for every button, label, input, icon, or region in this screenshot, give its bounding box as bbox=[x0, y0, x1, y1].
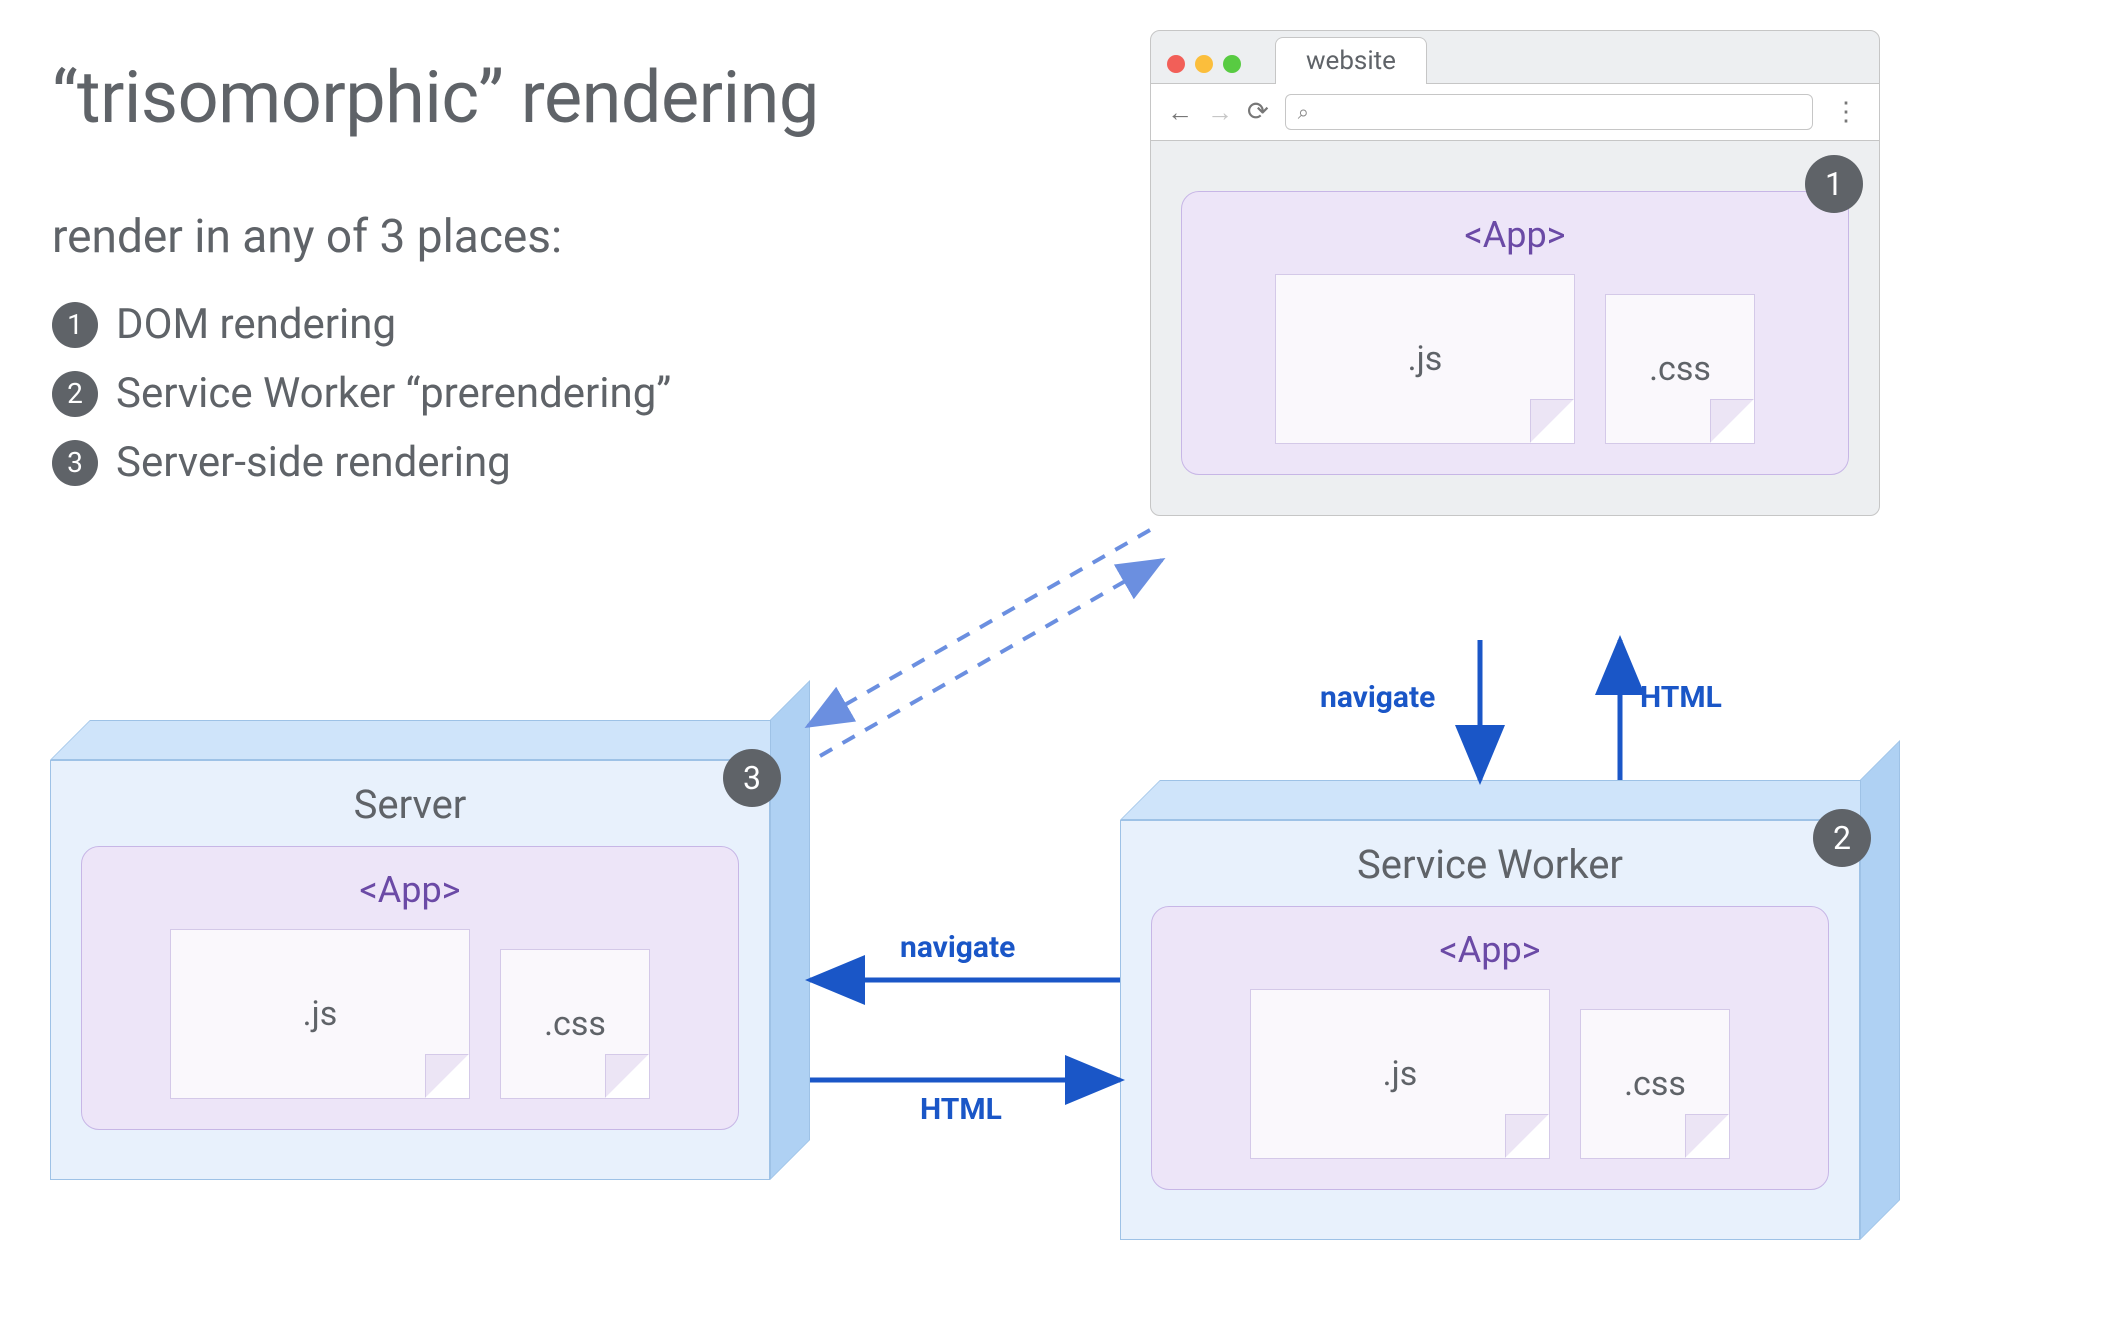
minimize-icon[interactable] bbox=[1195, 55, 1213, 73]
file-ext: .js bbox=[303, 994, 338, 1034]
page-title: “trisomorphic” rendering bbox=[52, 55, 819, 140]
app-label: <App> bbox=[1180, 929, 1800, 971]
app-label: <App> bbox=[110, 869, 710, 911]
file-css: .css bbox=[500, 949, 650, 1099]
more-icon[interactable]: ⋮ bbox=[1829, 97, 1863, 127]
search-icon: ⌕ bbox=[1298, 100, 1309, 124]
file-css: .css bbox=[1605, 294, 1755, 444]
list-item: 1 DOM rendering bbox=[52, 300, 671, 349]
list-label: DOM rendering bbox=[116, 300, 396, 349]
render-places-list: 1 DOM rendering 2 Service Worker “preren… bbox=[52, 300, 671, 507]
url-bar[interactable]: ⌕ bbox=[1285, 94, 1813, 130]
label-html-horizontal: HTML bbox=[920, 1092, 1002, 1127]
list-label: Server-side rendering bbox=[116, 438, 511, 487]
file-js: .js bbox=[1250, 989, 1550, 1159]
file-ext: .css bbox=[1649, 349, 1711, 389]
file-js: .js bbox=[170, 929, 470, 1099]
list-item: 3 Server-side rendering bbox=[52, 438, 671, 487]
sw-title: Service Worker bbox=[1151, 841, 1829, 888]
back-icon[interactable]: ← bbox=[1167, 97, 1193, 128]
server-box: 3 Server <App> .js .css bbox=[50, 720, 770, 1180]
badge-2: 2 bbox=[52, 371, 98, 417]
maximize-icon[interactable] bbox=[1223, 55, 1241, 73]
browser-toolbar: ← → ⟳ ⌕ ⋮ bbox=[1151, 83, 1879, 141]
forward-icon[interactable]: → bbox=[1207, 97, 1233, 128]
app-panel-browser: <App> .js .css bbox=[1181, 191, 1849, 475]
badge-3: 3 bbox=[52, 440, 98, 486]
subheading: render in any of 3 places: bbox=[52, 210, 562, 264]
file-ext: .css bbox=[1624, 1064, 1686, 1104]
app-label: <App> bbox=[1210, 214, 1820, 256]
close-icon[interactable] bbox=[1167, 55, 1185, 73]
file-ext: .js bbox=[1408, 339, 1443, 379]
badge-browser: 1 bbox=[1805, 155, 1863, 213]
list-label: Service Worker “prerendering” bbox=[116, 369, 671, 418]
label-navigate-horizontal: navigate bbox=[900, 930, 1015, 965]
server-title: Server bbox=[81, 781, 739, 828]
label-navigate-vertical: navigate bbox=[1320, 680, 1435, 715]
app-panel-sw: <App> .js .css bbox=[1151, 906, 1829, 1190]
file-ext: .css bbox=[544, 1004, 606, 1044]
reload-icon[interactable]: ⟳ bbox=[1247, 97, 1269, 127]
app-panel-server: <App> .js .css bbox=[81, 846, 739, 1130]
badge-sw: 2 bbox=[1813, 809, 1871, 867]
file-ext: .js bbox=[1383, 1054, 1418, 1094]
browser-viewport: 1 <App> .js .css bbox=[1151, 141, 1879, 515]
file-css: .css bbox=[1580, 1009, 1730, 1159]
file-js: .js bbox=[1275, 274, 1575, 444]
browser-tabstrip: website bbox=[1151, 31, 1879, 83]
label-html-vertical: HTML bbox=[1640, 680, 1722, 715]
list-item: 2 Service Worker “prerendering” bbox=[52, 369, 671, 418]
browser-tab[interactable]: website bbox=[1275, 37, 1427, 84]
browser-window: website ← → ⟳ ⌕ ⋮ 1 <App> .js .css bbox=[1150, 30, 1880, 516]
traffic-lights bbox=[1167, 55, 1241, 83]
service-worker-box: 2 Service Worker <App> .js .css bbox=[1120, 780, 1860, 1240]
badge-server: 3 bbox=[723, 749, 781, 807]
badge-1: 1 bbox=[52, 302, 98, 348]
